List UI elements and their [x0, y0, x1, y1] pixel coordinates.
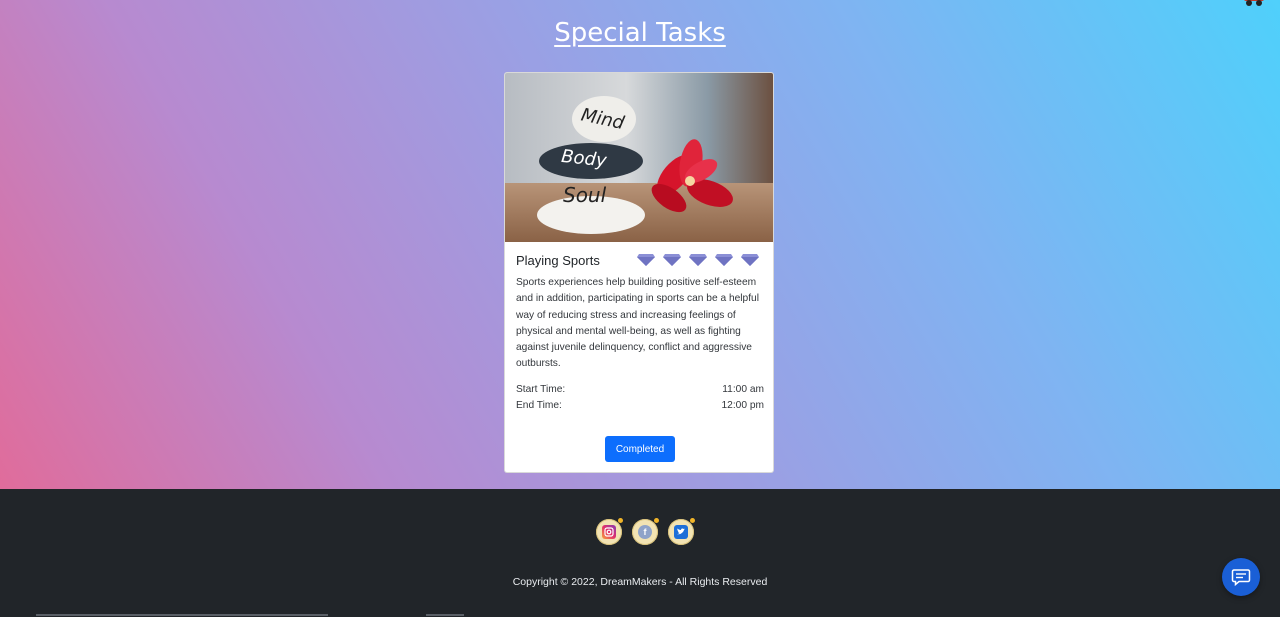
stone-soul-label: Soul: [563, 183, 607, 207]
notification-dot: [690, 518, 695, 523]
task-card: Mind Body Soul Playing Sports Sports exp…: [504, 72, 774, 473]
gem-rating: [637, 254, 759, 268]
notification-dot: [654, 518, 659, 523]
instagram-link[interactable]: [596, 518, 623, 545]
chat-icon: [1231, 569, 1251, 587]
end-time-label: End Time:: [516, 400, 562, 411]
start-time-value: 11:00 am: [722, 384, 764, 395]
notification-dot: [618, 518, 623, 523]
twitter-icon: [674, 525, 688, 539]
diamond-icon: [689, 254, 707, 266]
card-image: Mind Body Soul: [505, 73, 773, 242]
diamond-icon: [637, 254, 655, 266]
start-time-row: Start Time: 11:00 am: [516, 384, 764, 395]
copyright-text: Copyright © 2022, DreamMakers - All Righ…: [512, 576, 768, 588]
diamond-icon: [663, 254, 681, 266]
completed-button[interactable]: Completed: [605, 436, 675, 462]
chat-button[interactable]: [1222, 558, 1260, 596]
footer: f Copyright © 2022, DreamMakers - All Ri…: [0, 489, 1280, 617]
social-links: f: [596, 518, 695, 545]
hero-section: Special Tasks Mind Body Soul Playing Spo…: [0, 0, 1280, 489]
facebook-icon: f: [638, 525, 652, 539]
instagram-icon: [602, 525, 616, 539]
card-description: Sports experiences help building positiv…: [516, 277, 759, 370]
start-time-label: Start Time:: [516, 384, 566, 395]
end-time-row: End Time: 12:00 pm: [516, 400, 764, 411]
end-time-value: 12:00 pm: [721, 400, 764, 411]
twitter-link[interactable]: [668, 518, 695, 545]
facebook-link[interactable]: f: [632, 518, 659, 545]
car-icon[interactable]: [1242, 0, 1266, 8]
card-title: Playing Sports: [516, 253, 600, 268]
page-title: Special Tasks: [554, 18, 726, 48]
diamond-icon: [741, 254, 759, 266]
diamond-icon: [715, 254, 733, 266]
